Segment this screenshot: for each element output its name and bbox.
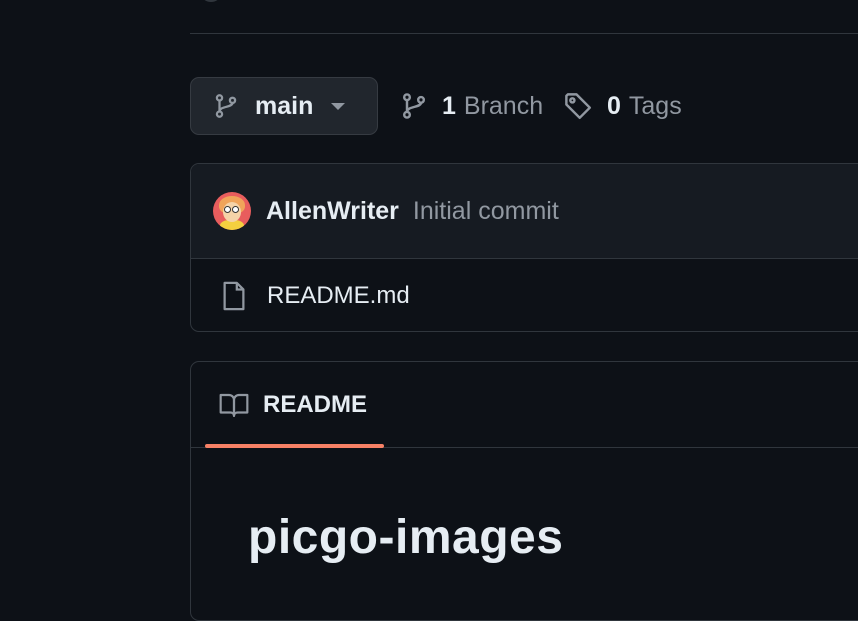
current-branch-label: main bbox=[255, 91, 314, 120]
latest-commit-row: AllenWriter Initial commit bbox=[191, 164, 858, 259]
branches-link[interactable]: 1 Branch bbox=[400, 87, 543, 125]
git-branch-icon bbox=[213, 93, 239, 119]
file-row[interactable]: README.md bbox=[191, 259, 858, 331]
file-icon bbox=[221, 281, 247, 311]
git-branch-icon bbox=[400, 92, 428, 120]
commit-message-link[interactable]: Initial commit bbox=[413, 197, 559, 226]
active-tab-indicator bbox=[205, 444, 384, 448]
readme-tab-label: README bbox=[263, 391, 368, 418]
tag-count-label: Tags bbox=[628, 91, 682, 120]
book-icon bbox=[219, 392, 249, 418]
readme-heading: picgo-images bbox=[248, 511, 564, 564]
file-browser: AllenWriter Initial commit README.md bbox=[190, 163, 858, 332]
tags-link[interactable]: 0 Tags bbox=[563, 87, 682, 125]
readme-tab-bar: README bbox=[191, 362, 858, 448]
branch-count: 1 bbox=[442, 91, 456, 120]
branch-count-label: Branch bbox=[463, 91, 544, 120]
branch-selector-button[interactable]: main bbox=[190, 77, 378, 135]
tag-count: 0 bbox=[607, 91, 621, 120]
top-divider bbox=[190, 33, 858, 34]
readme-panel: README picgo-images bbox=[190, 361, 858, 621]
commit-author-link[interactable]: AllenWriter bbox=[266, 197, 399, 226]
file-name-link[interactable]: README.md bbox=[267, 282, 410, 310]
partial-icon-top bbox=[203, 0, 219, 2]
caret-down-icon bbox=[331, 103, 345, 110]
tag-icon bbox=[563, 91, 593, 121]
tab-readme[interactable]: README bbox=[205, 362, 384, 448]
avatar[interactable] bbox=[213, 192, 251, 230]
